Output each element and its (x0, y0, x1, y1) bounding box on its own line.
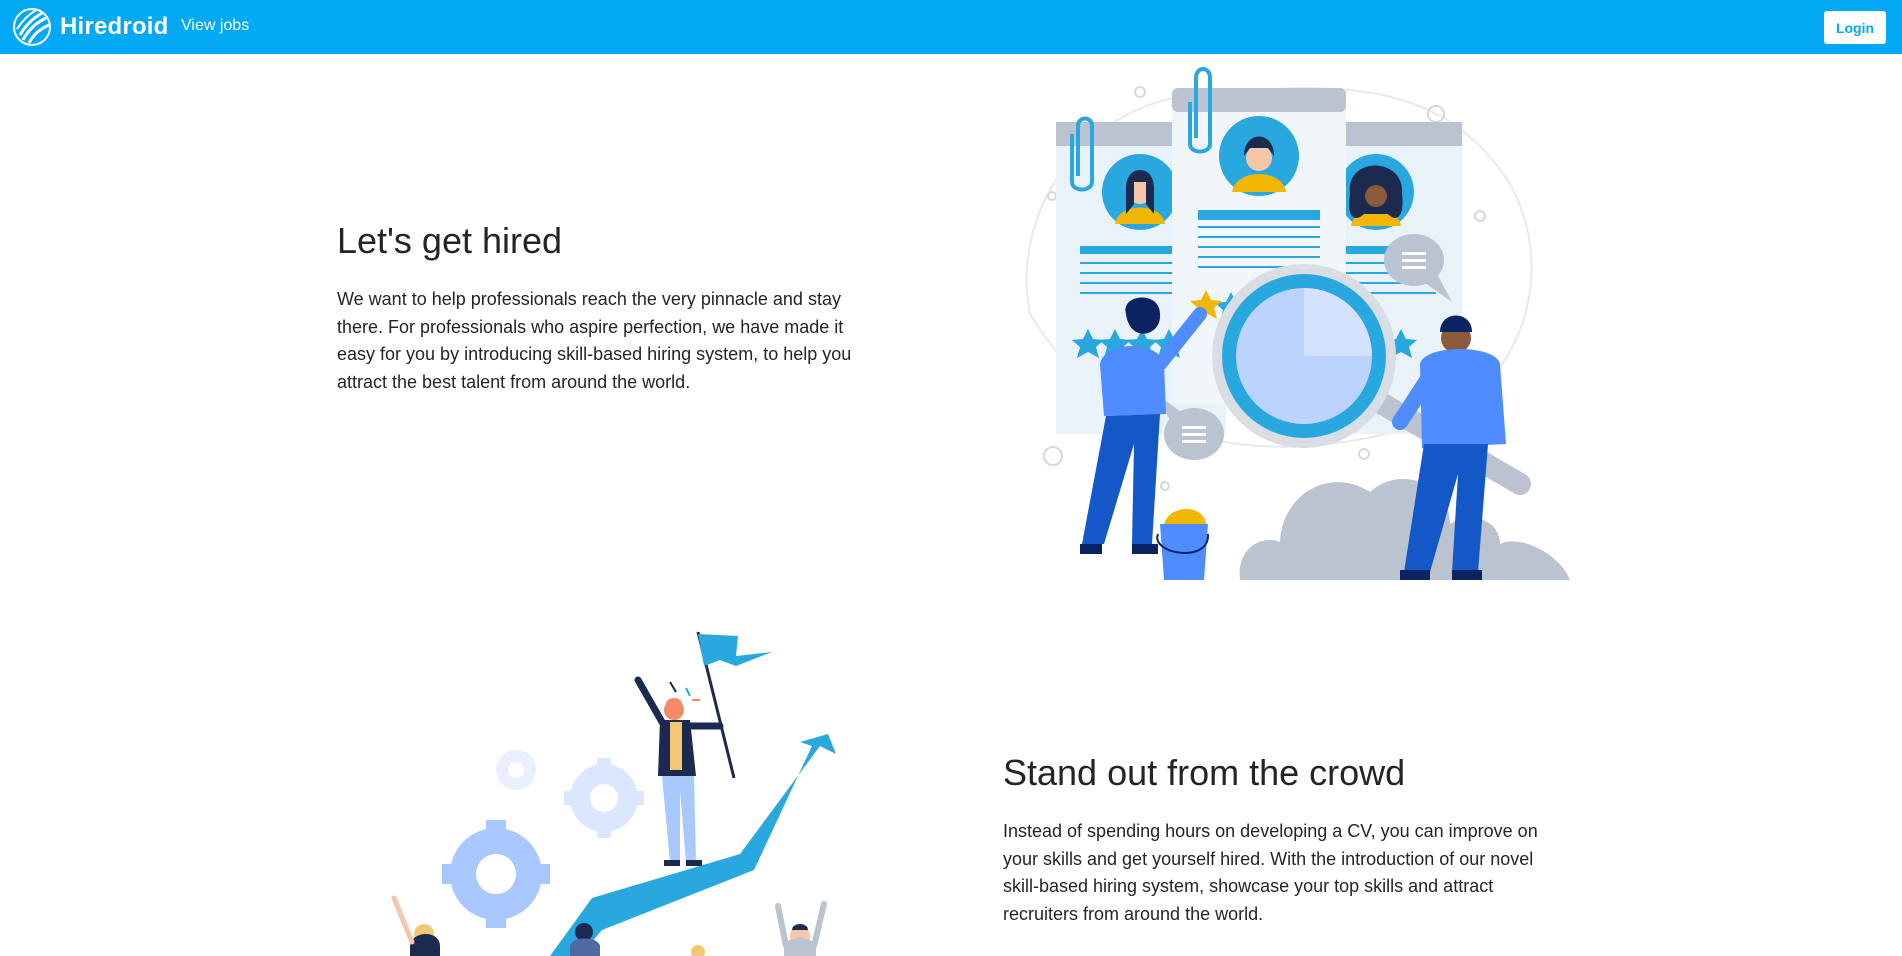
hero-text: We want to help professionals reach the … (337, 289, 852, 392)
success-growth-illustration (391, 631, 836, 956)
hiredroid-logo-icon (13, 8, 51, 46)
resume-review-illustration (1025, 67, 1570, 580)
feature-title: Stand out from the crowd (1003, 752, 1406, 793)
login-button[interactable]: Login (1824, 11, 1886, 44)
brand-link[interactable]: Hiredroid (12, 4, 168, 50)
feature-text: Instead of spending hours on developing … (1003, 821, 1538, 924)
top-navbar: Hiredroid View jobs Login (0, 0, 1902, 54)
nav-link-view-jobs[interactable]: View jobs (181, 17, 249, 35)
hero-title: Let's get hired (337, 220, 563, 261)
brand-name: Hiredroid (60, 13, 169, 40)
